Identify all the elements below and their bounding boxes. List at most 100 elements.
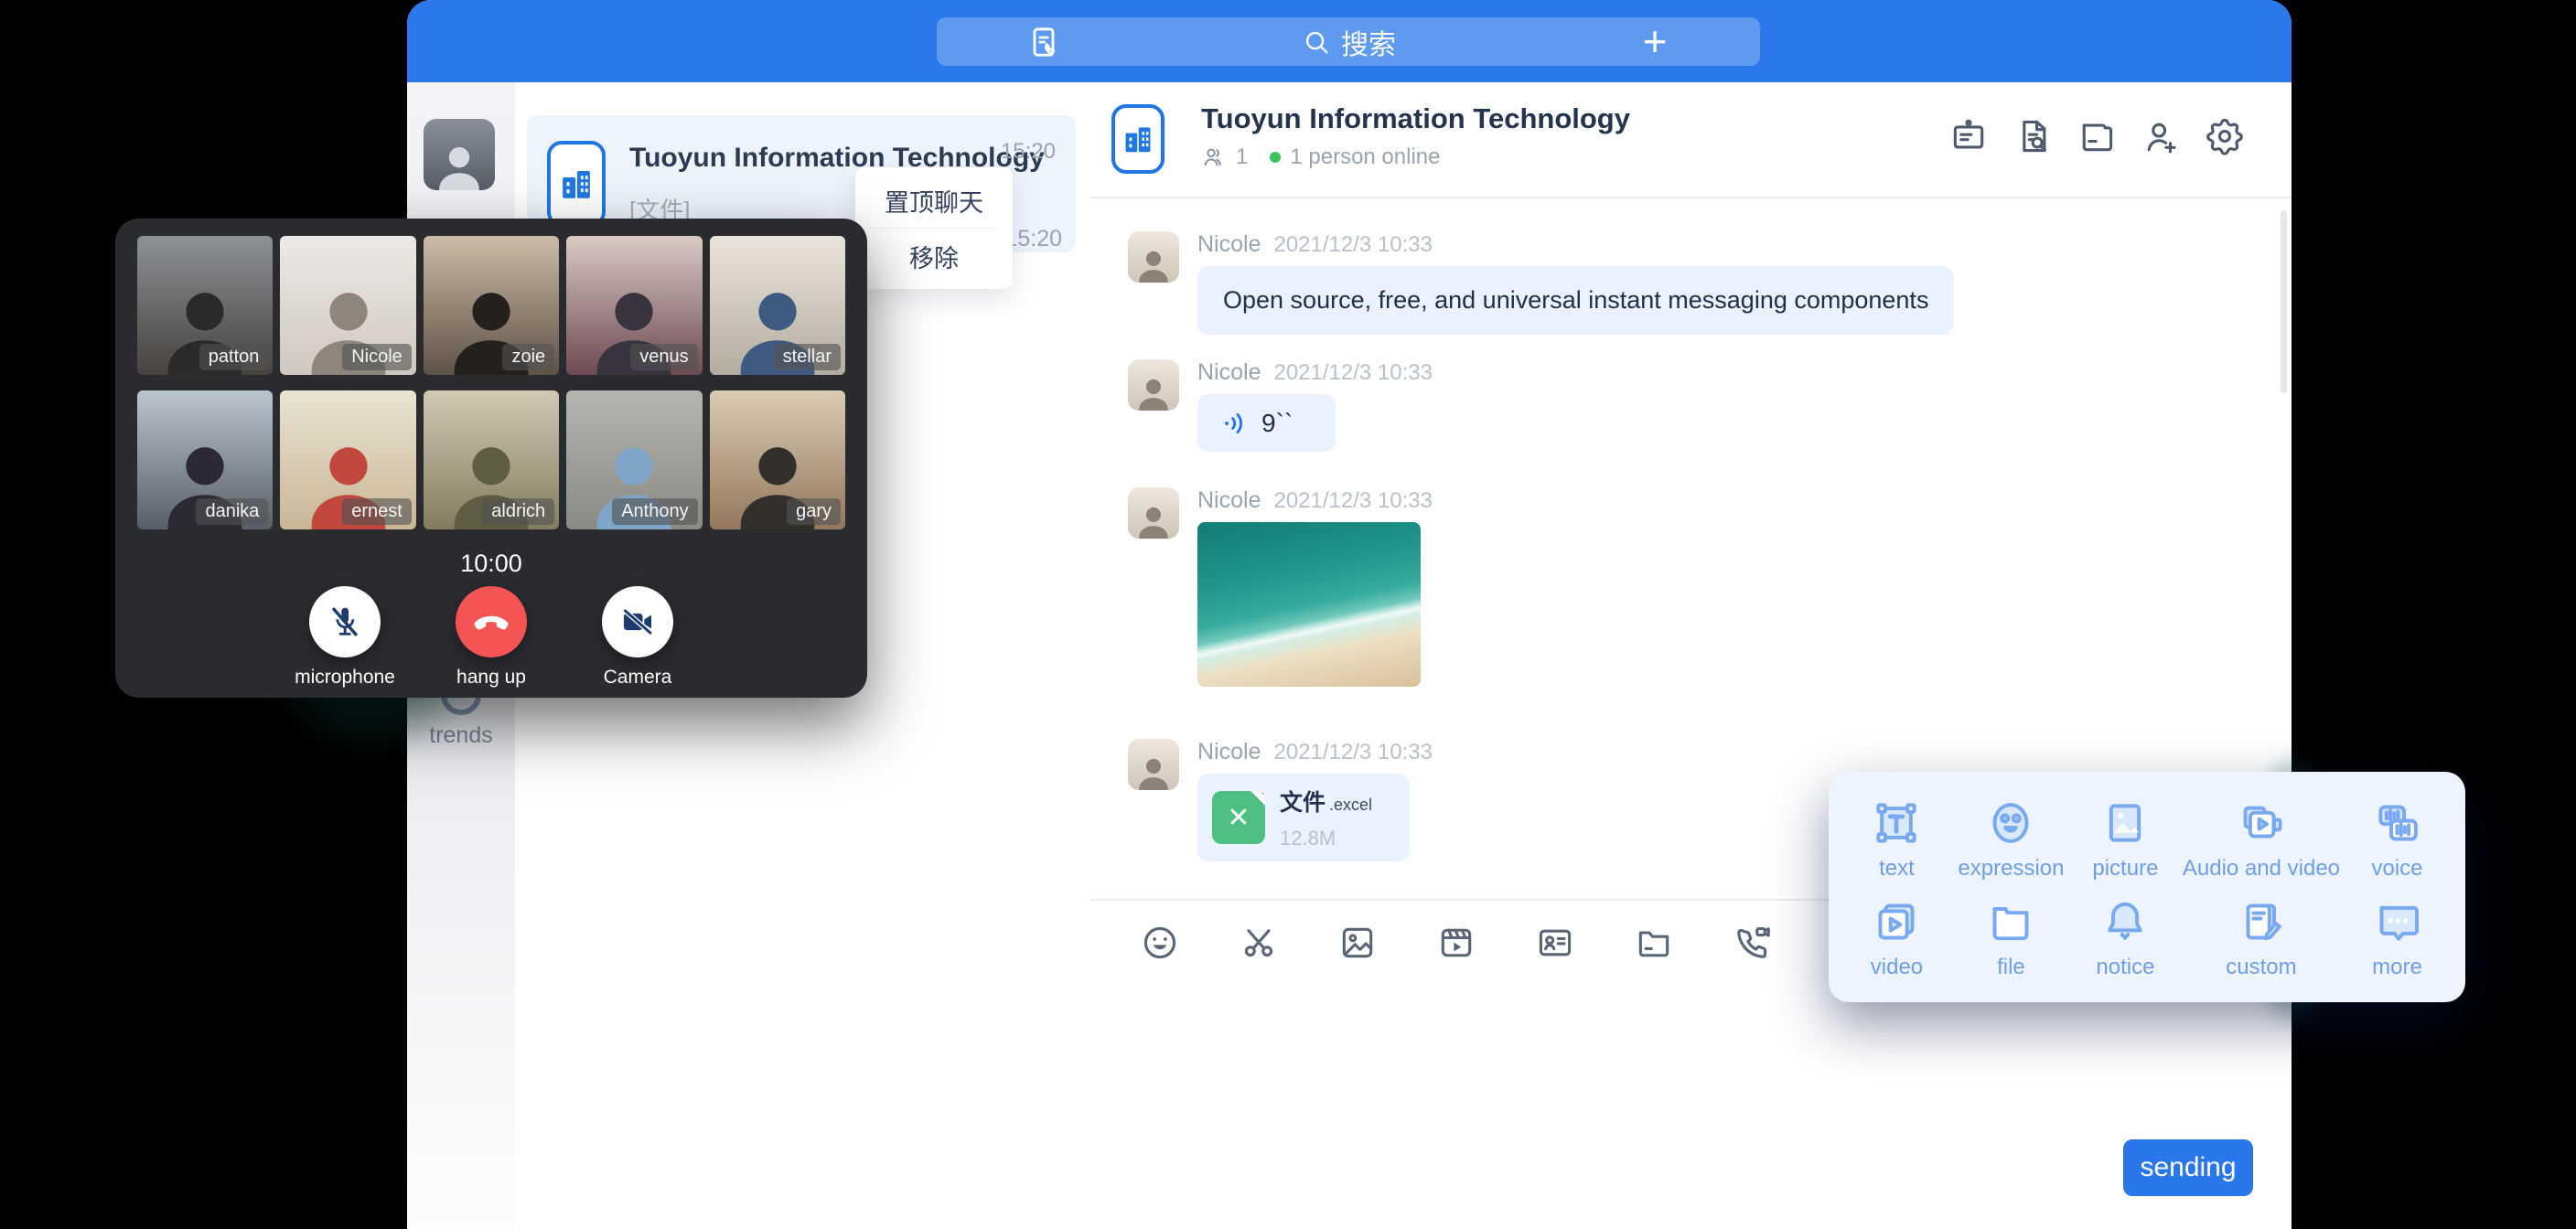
participant-name: Nicole xyxy=(342,344,412,370)
message-time: 2021/12/3 10:33 xyxy=(1273,360,1433,386)
participant-name: aldrich xyxy=(482,498,554,525)
record-search-icon[interactable] xyxy=(2012,115,2054,157)
file-folder-icon[interactable] xyxy=(2076,115,2118,157)
send-button[interactable]: sending xyxy=(2123,1139,2253,1196)
sender-avatar[interactable] xyxy=(1128,359,1179,411)
chat-title: Tuoyun Information Technology xyxy=(1201,102,1630,135)
group-avatar-icon xyxy=(1111,104,1165,174)
message-time: 2021/12/3 10:33 xyxy=(1273,740,1433,765)
attach-option-file[interactable]: file xyxy=(1954,889,2068,988)
file-name: 文件 xyxy=(1280,790,1326,816)
participant-tile: zoie xyxy=(424,236,559,375)
attach-option-label: expression xyxy=(1958,856,2064,882)
call-control: Camera xyxy=(583,586,692,689)
participant-tile: patton xyxy=(137,236,273,375)
message-text: Nicole 2021/12/3 10:33 Open source, free… xyxy=(1128,231,1954,335)
search-bar[interactable]: 搜索 + xyxy=(937,17,1760,66)
call-control-label: hang up xyxy=(436,667,546,689)
attach-option-voice[interactable]: voice xyxy=(2340,790,2454,889)
attach-option-more[interactable]: more xyxy=(2340,889,2454,988)
search-placeholder: 搜索 xyxy=(1341,22,1396,62)
member-count: 1 xyxy=(1236,144,1248,170)
contact-card-icon[interactable] xyxy=(1534,922,1576,964)
attach-option-picture[interactable]: picture xyxy=(2068,790,2183,889)
attach-option-text[interactable]: text xyxy=(1840,790,1954,889)
attach-option-expression[interactable]: expression xyxy=(1954,790,2068,889)
attach-option-video[interactable]: video xyxy=(1840,889,1954,988)
file-bubble[interactable]: ✕ 文件.excel 12.8M xyxy=(1197,774,1410,861)
call-control-label: microphone xyxy=(290,667,400,689)
trends-label: trends xyxy=(407,722,515,749)
mic-off-button[interactable] xyxy=(309,586,381,657)
participant-tile: venus xyxy=(566,236,702,375)
a-text-icon xyxy=(1871,797,1922,849)
participant-tile: Anthony xyxy=(566,390,702,529)
top-bar: 搜索 + xyxy=(407,0,2292,82)
attach-option-label: picture xyxy=(2092,856,2158,882)
call-control: hang up xyxy=(436,586,546,689)
picture-icon[interactable] xyxy=(1336,922,1379,964)
add-button[interactable]: + xyxy=(1632,18,1678,64)
scrollbar[interactable] xyxy=(2281,210,2287,393)
participant-grid: patton Nicole zoie venus stellar danika ernest… xyxy=(137,236,845,529)
attach-option-label: video xyxy=(1871,955,1923,980)
a-picture-icon xyxy=(2099,797,2151,849)
attach-option-label: voice xyxy=(2372,856,2423,882)
participant-tile: gary xyxy=(710,390,845,529)
excel-file-icon: ✕ xyxy=(1212,791,1265,844)
search-icon xyxy=(1301,27,1332,58)
folder-icon[interactable] xyxy=(1633,922,1675,964)
message-voice: Nicole 2021/12/3 10:33 9`` xyxy=(1128,359,1433,452)
chat-header-actions xyxy=(1948,115,2246,157)
group-avatar-icon xyxy=(547,141,606,227)
attach-panel: text expression picture Audio and video voic… xyxy=(1829,772,2465,1002)
attach-option-label: Audio and video xyxy=(2183,856,2340,882)
text-bubble: Open source, free, and universal instant… xyxy=(1197,266,1954,335)
menu-item-pin-chat[interactable]: 置顶聊天 xyxy=(855,173,1013,228)
clapper-video-icon[interactable] xyxy=(1435,922,1477,964)
online-text: 1 person online xyxy=(1290,144,1440,170)
vote-board-icon[interactable] xyxy=(1948,115,1990,157)
sender-avatar[interactable] xyxy=(1128,487,1179,539)
a-av-icon xyxy=(2236,797,2287,849)
screenshot-icon[interactable] xyxy=(1238,922,1280,964)
call-controls: microphone hang up Camera xyxy=(115,586,867,689)
voice-bubble[interactable]: 9`` xyxy=(1197,394,1336,452)
emoji-icon[interactable] xyxy=(1139,922,1181,964)
user-avatar[interactable] xyxy=(424,119,495,190)
a-file-icon xyxy=(1985,896,2036,947)
participant-name: patton xyxy=(199,344,269,370)
participant-name: stellar xyxy=(774,344,841,370)
members-icon xyxy=(1201,144,1227,170)
chat-header: Tuoyun Information Technology 1 1 person… xyxy=(1089,82,2292,198)
settings-icon[interactable] xyxy=(2204,115,2246,157)
cam-off-button[interactable] xyxy=(602,586,673,657)
participant-tile: aldrich xyxy=(424,390,559,529)
attach-option-custom[interactable]: custom xyxy=(2183,889,2340,988)
file-size: 12.8M xyxy=(1280,827,1372,850)
participant-name: zoie xyxy=(502,344,554,370)
phone-down-button[interactable] xyxy=(456,586,527,657)
a-notice-icon xyxy=(2099,896,2151,947)
participant-name: danika xyxy=(196,498,268,525)
voice-duration: 9`` xyxy=(1261,409,1293,438)
participant-tile: stellar xyxy=(710,236,845,375)
participant-name: venus xyxy=(630,344,697,370)
sender-avatar[interactable] xyxy=(1128,739,1179,790)
video-call-icon[interactable] xyxy=(1732,922,1774,964)
attach-option-label: text xyxy=(1879,856,1915,882)
call-control: microphone xyxy=(290,586,400,689)
attach-option-label: custom xyxy=(2226,955,2296,980)
menu-item-remove[interactable]: 移除 xyxy=(855,229,1013,283)
image-bubble[interactable] xyxy=(1197,522,1421,687)
participant-name: ernest xyxy=(342,498,412,525)
attach-option-audio-and-video[interactable]: Audio and video xyxy=(2183,790,2340,889)
sender-avatar[interactable] xyxy=(1128,231,1179,283)
call-timer: 10:00 xyxy=(115,550,867,578)
add-member-icon[interactable] xyxy=(2140,115,2182,157)
voice-wave-icon xyxy=(1221,409,1250,438)
attach-option-notice[interactable]: notice xyxy=(2068,889,2183,988)
attach-option-label: file xyxy=(1997,955,2025,980)
a-video-icon xyxy=(1871,896,1922,947)
a-custom-icon xyxy=(2236,896,2287,947)
